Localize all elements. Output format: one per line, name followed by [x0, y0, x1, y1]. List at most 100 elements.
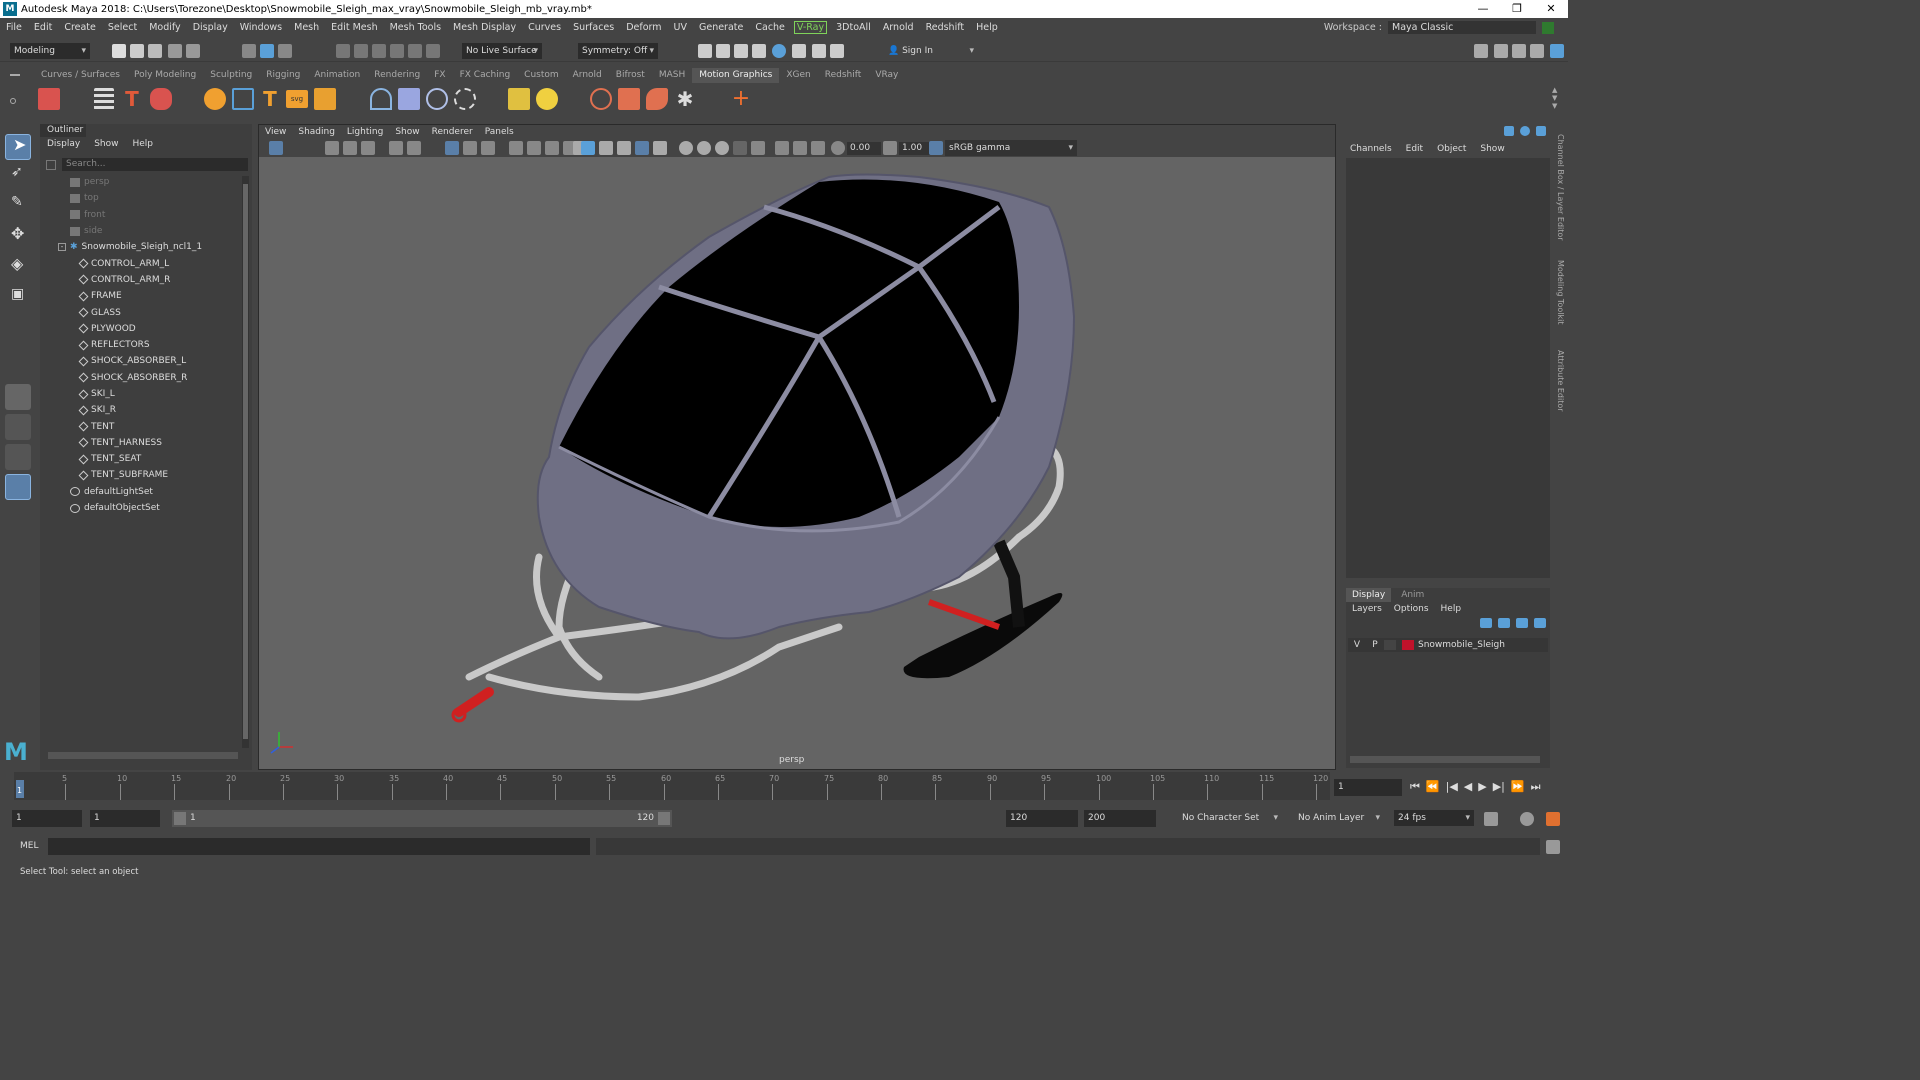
collapse-icon[interactable]: - — [58, 243, 66, 252]
menu-edit-mesh[interactable]: Edit Mesh — [325, 22, 383, 33]
menu-select[interactable]: Select — [102, 22, 143, 33]
channel-menu-channels[interactable]: Channels — [1350, 144, 1392, 154]
tree-item-top[interactable]: top — [40, 190, 240, 206]
channel-menu-show[interactable]: Show — [1480, 144, 1504, 154]
gamma-field[interactable]: 1.00 — [899, 142, 933, 155]
menu-curves[interactable]: Curves — [522, 22, 567, 33]
layer-visibility-toggle[interactable]: V — [1348, 640, 1366, 650]
current-frame-field[interactable]: 1 — [1334, 779, 1402, 796]
depth-of-field-icon[interactable] — [733, 141, 747, 155]
menu-mesh-display[interactable]: Mesh Display — [447, 22, 522, 33]
tab-mash[interactable]: MASH — [652, 68, 692, 83]
safe-action-icon[interactable] — [545, 141, 559, 155]
layer-color-swatch[interactable] — [1402, 640, 1414, 650]
outliner-hscrollbar[interactable] — [48, 752, 238, 759]
outliner-menu-help[interactable]: Help — [132, 139, 153, 149]
move-layer-up-icon[interactable] — [1480, 618, 1492, 628]
range-start-handle[interactable] — [174, 812, 186, 825]
attribute-editor-toggle-icon[interactable] — [1520, 126, 1530, 136]
layer-menu-layers[interactable]: Layers — [1352, 604, 1382, 614]
gate-mask-icon[interactable] — [509, 141, 523, 155]
use-lights-icon[interactable] — [635, 141, 649, 155]
script-editor-icon[interactable] — [1546, 840, 1560, 854]
box-icon[interactable] — [314, 88, 336, 110]
layer-menu-options[interactable]: Options — [1394, 604, 1429, 614]
range-end-handle[interactable] — [658, 812, 670, 825]
menu-redshift[interactable]: Redshift — [920, 22, 971, 33]
tree-item-default-light-set[interactable]: defaultLightSet — [40, 484, 240, 500]
tab-redshift[interactable]: Redshift — [818, 68, 869, 83]
motion-blur-icon[interactable] — [697, 141, 711, 155]
loop-playback-icon[interactable] — [1484, 812, 1498, 826]
xray-icon[interactable] — [775, 141, 789, 155]
rotate-tool-icon[interactable]: ◈ — [5, 254, 31, 280]
timeline-ruler[interactable]: 1 5 10 15 20 25 30 35 40 45 50 55 60 65 70 75 80 85 90 95 1… — [14, 772, 1330, 800]
viewport-menu-panels[interactable]: Panels — [479, 125, 520, 139]
grid-icon[interactable] — [445, 141, 459, 155]
smooth-shade-icon[interactable] — [581, 141, 595, 155]
scale-tool-icon[interactable]: ▣ — [5, 286, 31, 312]
hypershade-icon[interactable] — [772, 44, 786, 58]
exposure-field[interactable]: 0.00 — [847, 142, 881, 155]
color-space-dropdown[interactable]: sRGB gamma — [945, 140, 1077, 156]
camera-select-icon[interactable] — [269, 141, 283, 155]
cloth-icon[interactable] — [618, 88, 640, 110]
four-view-icon[interactable] — [5, 414, 31, 440]
menu-generate[interactable]: Generate — [693, 22, 749, 33]
single-view-icon[interactable] — [5, 384, 31, 410]
layer-type-toggle[interactable] — [1384, 640, 1396, 650]
ambient-occlusion-icon[interactable] — [679, 141, 693, 155]
select-tool-icon[interactable]: ➤ — [5, 134, 31, 160]
list-icon[interactable] — [94, 88, 114, 110]
render-settings-icon[interactable] — [752, 44, 766, 58]
menu-uv[interactable]: UV — [668, 22, 693, 33]
step-forward-key-icon[interactable]: ▶| — [1493, 780, 1505, 794]
shelf-menu-icon[interactable] — [10, 70, 22, 110]
auto-key-icon[interactable] — [1520, 812, 1534, 826]
outliner-layout-icon[interactable] — [5, 474, 31, 500]
open-scene-icon[interactable] — [130, 44, 144, 58]
bookmark-icon[interactable] — [343, 141, 357, 155]
menu-edit[interactable]: Edit — [28, 22, 58, 33]
render-sequence-icon[interactable] — [716, 44, 730, 58]
mode-dropdown[interactable]: Modeling — [10, 43, 90, 59]
wireframe-on-shaded-icon[interactable] — [599, 141, 613, 155]
tab-xgen[interactable]: XGen — [779, 68, 817, 83]
new-layer-icon[interactable] — [1516, 618, 1528, 628]
viewport-menu-shading[interactable]: Shading — [292, 125, 341, 139]
undo-icon[interactable] — [168, 44, 182, 58]
svg-icon[interactable]: svg — [286, 90, 308, 108]
tab-rigging[interactable]: Rigging — [259, 68, 307, 83]
move-layer-down-icon[interactable] — [1498, 618, 1510, 628]
snap-edge-icon[interactable] — [426, 44, 440, 58]
tree-item-front[interactable]: front — [40, 207, 240, 223]
minimize-button[interactable]: — — [1466, 0, 1500, 18]
playback-start-field[interactable]: 1 — [90, 810, 160, 827]
ipr-render-icon[interactable] — [734, 44, 748, 58]
two-view-icon[interactable] — [5, 444, 31, 470]
loop-icon[interactable] — [454, 88, 476, 110]
layer-name[interactable]: Snowmobile_Sleigh — [1418, 640, 1505, 650]
lattice-icon[interactable] — [398, 88, 420, 110]
menu-file[interactable]: File — [0, 22, 28, 33]
tab-arnold[interactable]: Arnold — [566, 68, 609, 83]
2d-pan-zoom-icon[interactable] — [389, 141, 403, 155]
menu-modify[interactable]: Modify — [143, 22, 186, 33]
paint-select-icon[interactable]: ✎ — [5, 194, 31, 220]
tool-settings-icon[interactable] — [1530, 44, 1544, 58]
outliner-menu-display[interactable]: Display — [47, 139, 80, 149]
lasso-tool-icon[interactable]: ➶ — [5, 164, 31, 190]
viewport-menu-show[interactable]: Show — [389, 125, 425, 139]
workspace-dropdown[interactable]: Maya Classic — [1388, 21, 1536, 34]
sign-in-button[interactable]: 👤 Sign In — [884, 43, 978, 59]
outliner-vscrollbar[interactable] — [242, 176, 249, 748]
side-tab-channel-box[interactable]: Channel Box / Layer Editor — [1556, 134, 1565, 241]
tree-item-plywood[interactable]: PLYWOOD — [40, 321, 240, 337]
character-set-dropdown[interactable]: No Character Set — [1178, 810, 1282, 826]
textured-icon[interactable] — [617, 141, 631, 155]
tab-bifrost[interactable]: Bifrost — [609, 68, 652, 83]
tree-item-tent-subframe[interactable]: TENT_SUBFRAME — [40, 467, 240, 483]
animation-prefs-icon[interactable] — [1546, 812, 1560, 826]
shelf-scroll-icon[interactable]: ▲ ▼ ▼ — [1552, 86, 1562, 112]
go-to-end-icon[interactable]: ⏭ — [1531, 780, 1541, 794]
